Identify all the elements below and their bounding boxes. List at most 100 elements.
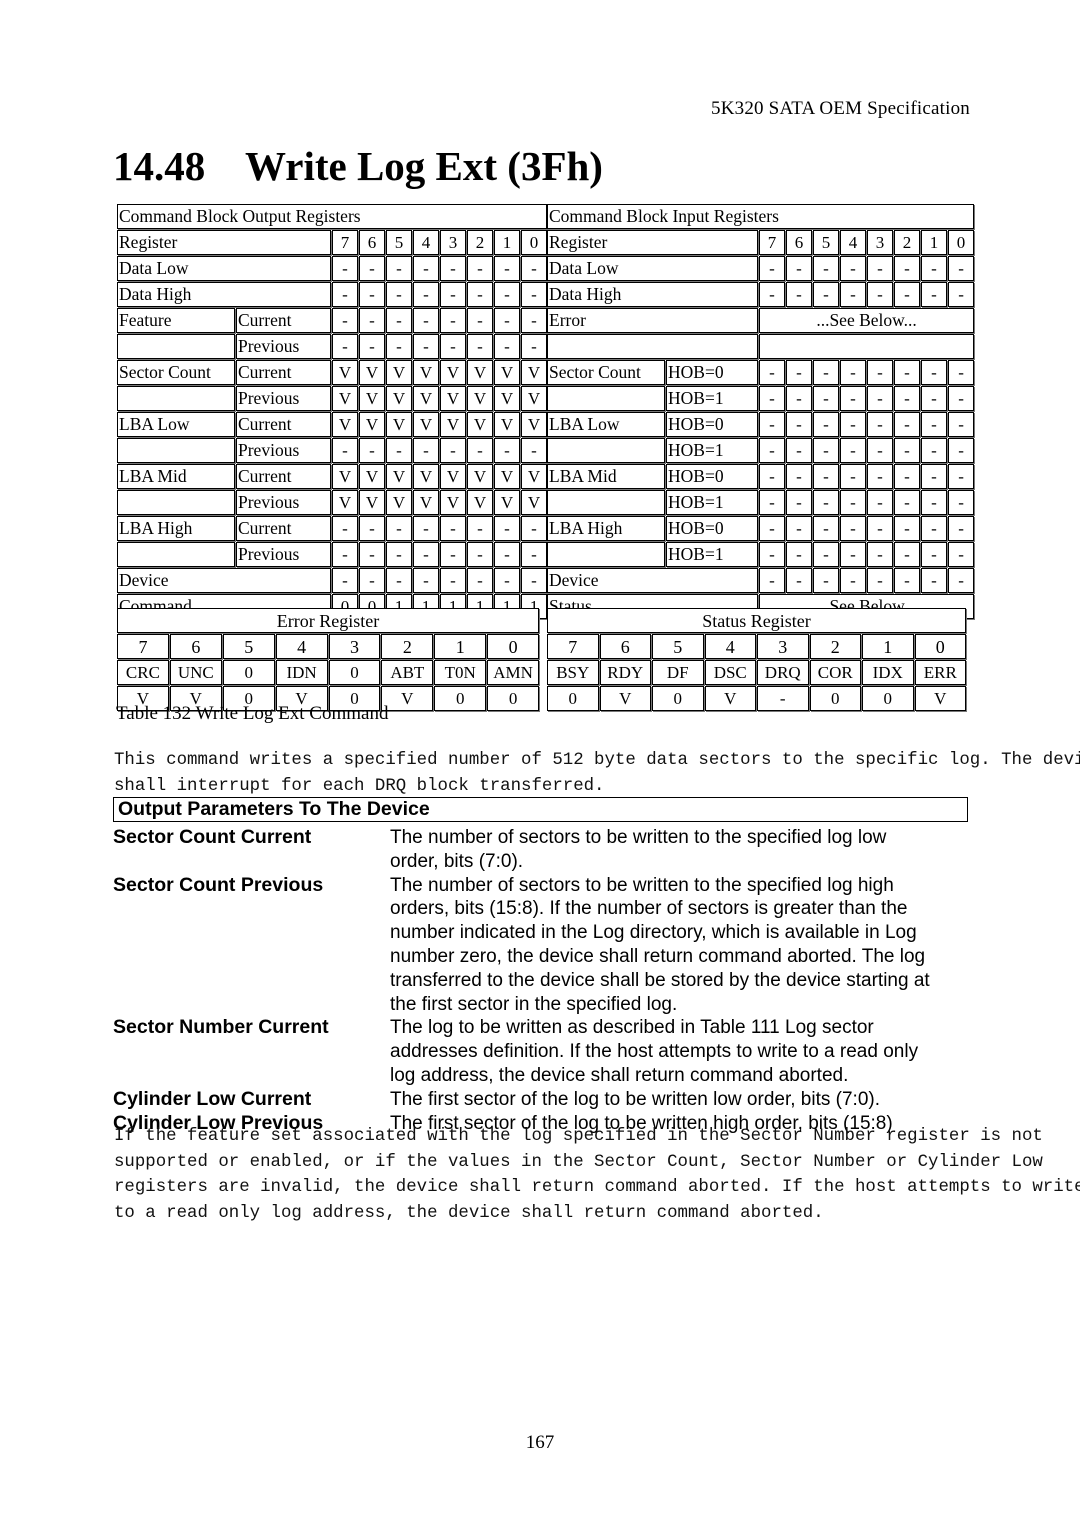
error-register-bit-number-cell: 0 — [487, 634, 539, 659]
status-register-table: Status Register 7 6 5 4 3 2 1 0 BSY RDY DF DSC DRQ COR… — [546, 607, 967, 712]
bit-value-cell: - — [921, 386, 947, 411]
bit-value-cell: - — [759, 282, 785, 307]
bit-value-cell: - — [494, 256, 520, 281]
bit-value-cell: - — [440, 438, 466, 463]
page-title: 14.48 Write Log Ext (3Fh) — [113, 142, 603, 190]
bit-value-cell: V — [332, 386, 358, 411]
parameter-description-line: The number of sectors to be written to t… — [390, 874, 894, 896]
bit-value-cell: - — [840, 386, 866, 411]
bit-value-cell: - — [759, 360, 785, 385]
register-name-cell: Data High — [547, 282, 758, 307]
bit-value-cell: - — [840, 412, 866, 437]
bit-value-cell: - — [759, 464, 785, 489]
table-row: Data Low - - - - - - - - — [547, 256, 975, 281]
bit-value-cell: - — [867, 256, 893, 281]
table-row: Feature Current - - - - - - - - — [117, 308, 548, 333]
bit-header-row: Register 7 6 5 4 3 2 1 0 — [117, 230, 548, 255]
bit-value-cell: - — [786, 464, 812, 489]
bit-value-cell: - — [386, 542, 412, 567]
bit-value-cell: - — [813, 438, 839, 463]
register-name-cell — [547, 490, 665, 515]
bit-value-cell: - — [467, 516, 493, 541]
error-register-title-row: Error Register — [117, 608, 539, 633]
parameter-description: The first sector of the log to be writte… — [390, 1088, 968, 1112]
error-register-flag-cell: ABT — [381, 660, 434, 685]
bit-value-cell: - — [440, 542, 466, 567]
bit-value-cell: V — [359, 412, 385, 437]
section-title-text: Write Log Ext (3Fh) — [245, 143, 603, 189]
bit-header-cell: 4 — [413, 230, 439, 255]
bit-value-cell: V — [386, 490, 412, 515]
error-register-bit-number-row: 76543210 — [117, 634, 539, 659]
bit-value-cell: - — [948, 438, 975, 463]
bit-value-cell: - — [840, 438, 866, 463]
status-register-bit-number-cell: 3 — [757, 634, 809, 659]
bit-value-cell: - — [813, 490, 839, 515]
bit-value-cell: V — [494, 464, 520, 489]
bit-value-cell: - — [786, 386, 812, 411]
bit-value-cell: - — [332, 438, 358, 463]
bit-value-cell: V — [494, 412, 520, 437]
status-register-flag-cell: ERR — [914, 660, 966, 685]
register-name-cell — [117, 542, 235, 567]
table-row: LBA Mid Current V V V V V V V V — [117, 464, 548, 489]
bit-header-cell: 5 — [386, 230, 412, 255]
bit-value-cell: - — [948, 412, 975, 437]
table-row: LBA High HOB=0- - - - - - - - — [547, 516, 975, 541]
bit-value-cell: - — [894, 256, 920, 281]
bit-value-cell: - — [440, 334, 466, 359]
register-name-cell: Sector Count — [117, 360, 235, 385]
bit-value-cell: - — [894, 464, 920, 489]
bit-value-cell: - — [413, 568, 439, 593]
bit-value-cell: - — [813, 516, 839, 541]
error-register-flag-cell: 0 — [328, 660, 381, 685]
error-register-bit-number-cell: 6 — [169, 634, 222, 659]
bit-value-cell: - — [867, 386, 893, 411]
status-register-bit-number-cell: 4 — [704, 634, 756, 659]
register-sub-cell: HOB=0 — [666, 360, 758, 385]
output-registers-table-wrapper: Command Block Output Registers Register 7 6… — [116, 203, 548, 620]
bit-value-cell: - — [786, 438, 812, 463]
section-number: 14.48 — [113, 143, 206, 189]
bit-value-cell: V — [521, 412, 548, 437]
bit-value-cell: V — [494, 360, 520, 385]
status-register-bit-number-cell: 5 — [652, 634, 704, 659]
status-register-bit-number-row: 76543210 — [547, 634, 966, 659]
parameter-term: Sector Number Current — [113, 1016, 329, 1039]
parameter-description-line: order, bits (7:0). — [390, 850, 524, 872]
table-row: HOB=1- - - - - - - - — [547, 386, 975, 411]
paragraph-line: to a read only log address, the device s… — [114, 1203, 824, 1223]
bit-value-cell: - — [921, 360, 947, 385]
error-register-bit-number-cell: 1 — [434, 634, 487, 659]
table-row: Sector Count Current V V V V V V V V — [117, 360, 548, 385]
bit-value-cell: V — [332, 360, 358, 385]
running-head: 5K320 SATA OEM Specification — [711, 98, 970, 119]
bit-value-cell: - — [921, 542, 947, 567]
status-register-value-cell: 0 — [862, 686, 914, 711]
bit-value-cell: - — [332, 568, 358, 593]
status-register-bit-number-cell: 7 — [547, 634, 599, 659]
bit-value-cell: - — [494, 282, 520, 307]
bit-value-cell: V — [494, 386, 520, 411]
parameter-description: The log to be written as described in Ta… — [390, 1016, 968, 1087]
bit-value-cell: - — [467, 568, 493, 593]
register-name-cell: Data Low — [117, 256, 331, 281]
bit-header-row: Register 7 6 5 4 3 2 1 0 — [547, 230, 975, 255]
status-register-bit-number-cell: 6 — [599, 634, 651, 659]
table-row — [547, 334, 975, 359]
bit-value-cell: - — [840, 256, 866, 281]
status-register-value-cell: 0 — [547, 686, 599, 711]
bit-value-cell: V — [494, 490, 520, 515]
bit-value-cell: - — [386, 516, 412, 541]
bit-value-cell: - — [413, 334, 439, 359]
bit-value-cell: - — [467, 308, 493, 333]
status-register-flag-cell: BSY — [547, 660, 599, 685]
parameter-description-line: The first sector of the log to be writte… — [390, 1088, 880, 1110]
bit-value-cell: - — [759, 516, 785, 541]
bit-value-cell: V — [386, 360, 412, 385]
bit-value-cell: - — [494, 568, 520, 593]
bit-header-cell: 3 — [867, 230, 893, 255]
bit-value-cell: - — [521, 516, 548, 541]
register-name-cell: LBA Mid — [547, 464, 665, 489]
bit-value-cell: - — [948, 360, 975, 385]
